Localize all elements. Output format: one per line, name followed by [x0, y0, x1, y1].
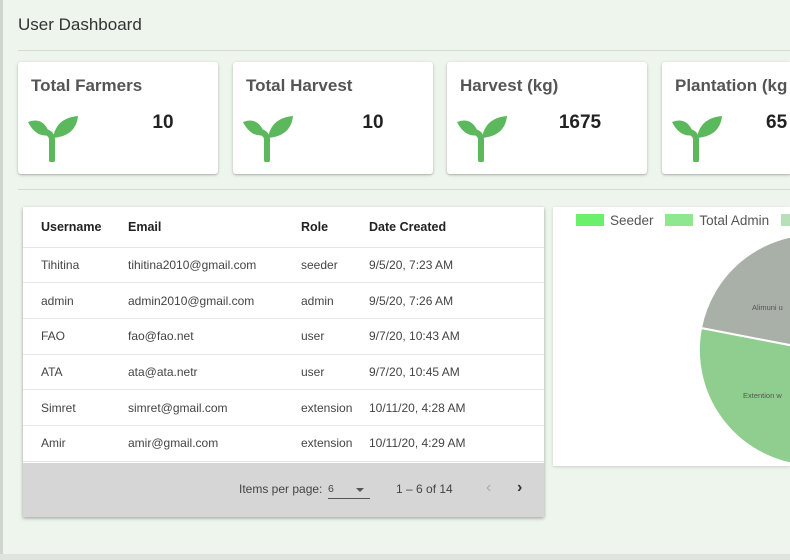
cell-username: ATA [23, 354, 128, 391]
sprout-icon [457, 116, 507, 162]
cell-username: admin [23, 282, 128, 319]
stat-title: Harvest (kg) [460, 76, 559, 95]
legend-swatch [576, 214, 604, 226]
cell-email: amir@gmail.com [128, 425, 301, 462]
sprout-icon [243, 116, 293, 162]
pie-label-alimuni: Alimuni u [752, 303, 783, 312]
caret-down-icon [356, 488, 364, 492]
stat-card-plantation-kg: Plantation (kg 65 [662, 62, 790, 174]
table-row[interactable]: FAO fao@fao.net user 9/7/20, 10:43 AM [23, 318, 544, 355]
cell-role: extension [301, 389, 369, 426]
chart-legend: Seeder Total Admin [576, 213, 790, 228]
legend-item-seeder[interactable]: Seeder [576, 213, 654, 228]
stat-title: Total Harvest [246, 76, 353, 95]
page-size-select[interactable]: 6 [328, 481, 370, 499]
cell-email: ata@ata.netr [128, 354, 301, 391]
sprout-icon [28, 116, 78, 162]
cell-date-created: 9/7/20, 10:45 AM [369, 354, 544, 391]
cell-date-created: 9/5/20, 7:23 AM [369, 247, 544, 284]
table-row[interactable]: ATA ata@ata.netr user 9/7/20, 10:45 AM [23, 354, 544, 391]
cell-date-created: 9/5/20, 7:26 AM [369, 282, 544, 319]
paginator: Items per page: 6 1 – 6 of 14 ‹ › [23, 463, 544, 517]
stat-value: 10 [362, 112, 384, 133]
pie-chart: Alimuni u Extention w [697, 235, 790, 465]
table-row[interactable]: Amir amir@gmail.com extension 10/11/20, … [23, 425, 544, 462]
cell-email: tihitina2010@gmail.com [128, 247, 301, 284]
cell-email: fao@fao.net [128, 318, 301, 355]
cell-role: seeder [301, 247, 369, 284]
cell-role: admin [301, 282, 369, 319]
chevron-left-icon[interactable]: ‹ [486, 479, 491, 497]
pie-chart-card: Alimuni u Extention w Seeder Total Admin [553, 207, 790, 466]
column-header-role[interactable]: Role [301, 207, 369, 248]
users-table: Username Email Role Date Created Tihitin… [23, 207, 544, 462]
left-edge [0, 0, 3, 560]
cell-username: Tihitina [23, 247, 128, 284]
cell-username: Simret [23, 389, 128, 426]
legend-label: Seeder [610, 213, 654, 228]
cell-date-created: 9/7/20, 10:43 AM [369, 318, 544, 355]
cell-date-created: 10/11/20, 4:28 AM [369, 389, 544, 426]
legend-item-total-admin[interactable]: Total Admin [665, 213, 769, 228]
users-table-card: Username Email Role Date Created Tihitin… [23, 207, 544, 517]
pie-label-extention: Extention w [743, 391, 782, 400]
column-header-username[interactable]: Username [23, 207, 128, 248]
stat-title: Plantation (kg [675, 76, 788, 95]
stat-card-total-farmers: Total Farmers 10 [18, 62, 218, 174]
table-row[interactable]: Tihitina tihitina2010@gmail.com seeder 9… [23, 247, 544, 284]
legend-item-partial [780, 213, 790, 228]
cell-username: Amir [23, 425, 128, 462]
legend-label: Total Admin [699, 213, 770, 228]
table-row[interactable]: Simret simret@gmail.com extension 10/11/… [23, 389, 544, 426]
column-header-date-created[interactable]: Date Created [369, 207, 544, 248]
stat-title: Total Farmers [31, 76, 143, 95]
cell-role: user [301, 354, 369, 391]
stat-value: 10 [152, 112, 174, 133]
table-row[interactable]: admin admin2010@gmail.com admin 9/5/20, … [23, 282, 544, 319]
legend-swatch [780, 214, 790, 226]
cell-email: admin2010@gmail.com [128, 282, 301, 319]
stat-card-harvest-kg: Harvest (kg) 1675 [447, 62, 647, 174]
cell-role: extension [301, 425, 369, 462]
header-divider [18, 50, 790, 51]
legend-swatch [665, 214, 694, 226]
stat-card-total-harvest: Total Harvest 10 [233, 62, 433, 174]
cell-role: user [301, 318, 369, 355]
bottom-edge [0, 554, 790, 560]
column-header-email[interactable]: Email [128, 207, 301, 248]
sprout-icon [672, 116, 722, 162]
cell-email: simret@gmail.com [128, 389, 301, 426]
page-range-label: 1 – 6 of 14 [396, 482, 453, 496]
section-divider [18, 189, 790, 190]
items-per-page-label: Items per page: [239, 482, 323, 496]
stat-value: 1675 [558, 112, 602, 133]
cell-username: FAO [23, 318, 128, 355]
page-title: User Dashboard [18, 15, 142, 34]
chevron-right-icon[interactable]: › [517, 479, 522, 497]
cell-date-created: 10/11/20, 4:29 AM [369, 425, 544, 462]
stat-value: 65 [766, 112, 788, 133]
page-size-value: 6 [328, 483, 334, 495]
table-header-row: Username Email Role Date Created [23, 207, 544, 248]
